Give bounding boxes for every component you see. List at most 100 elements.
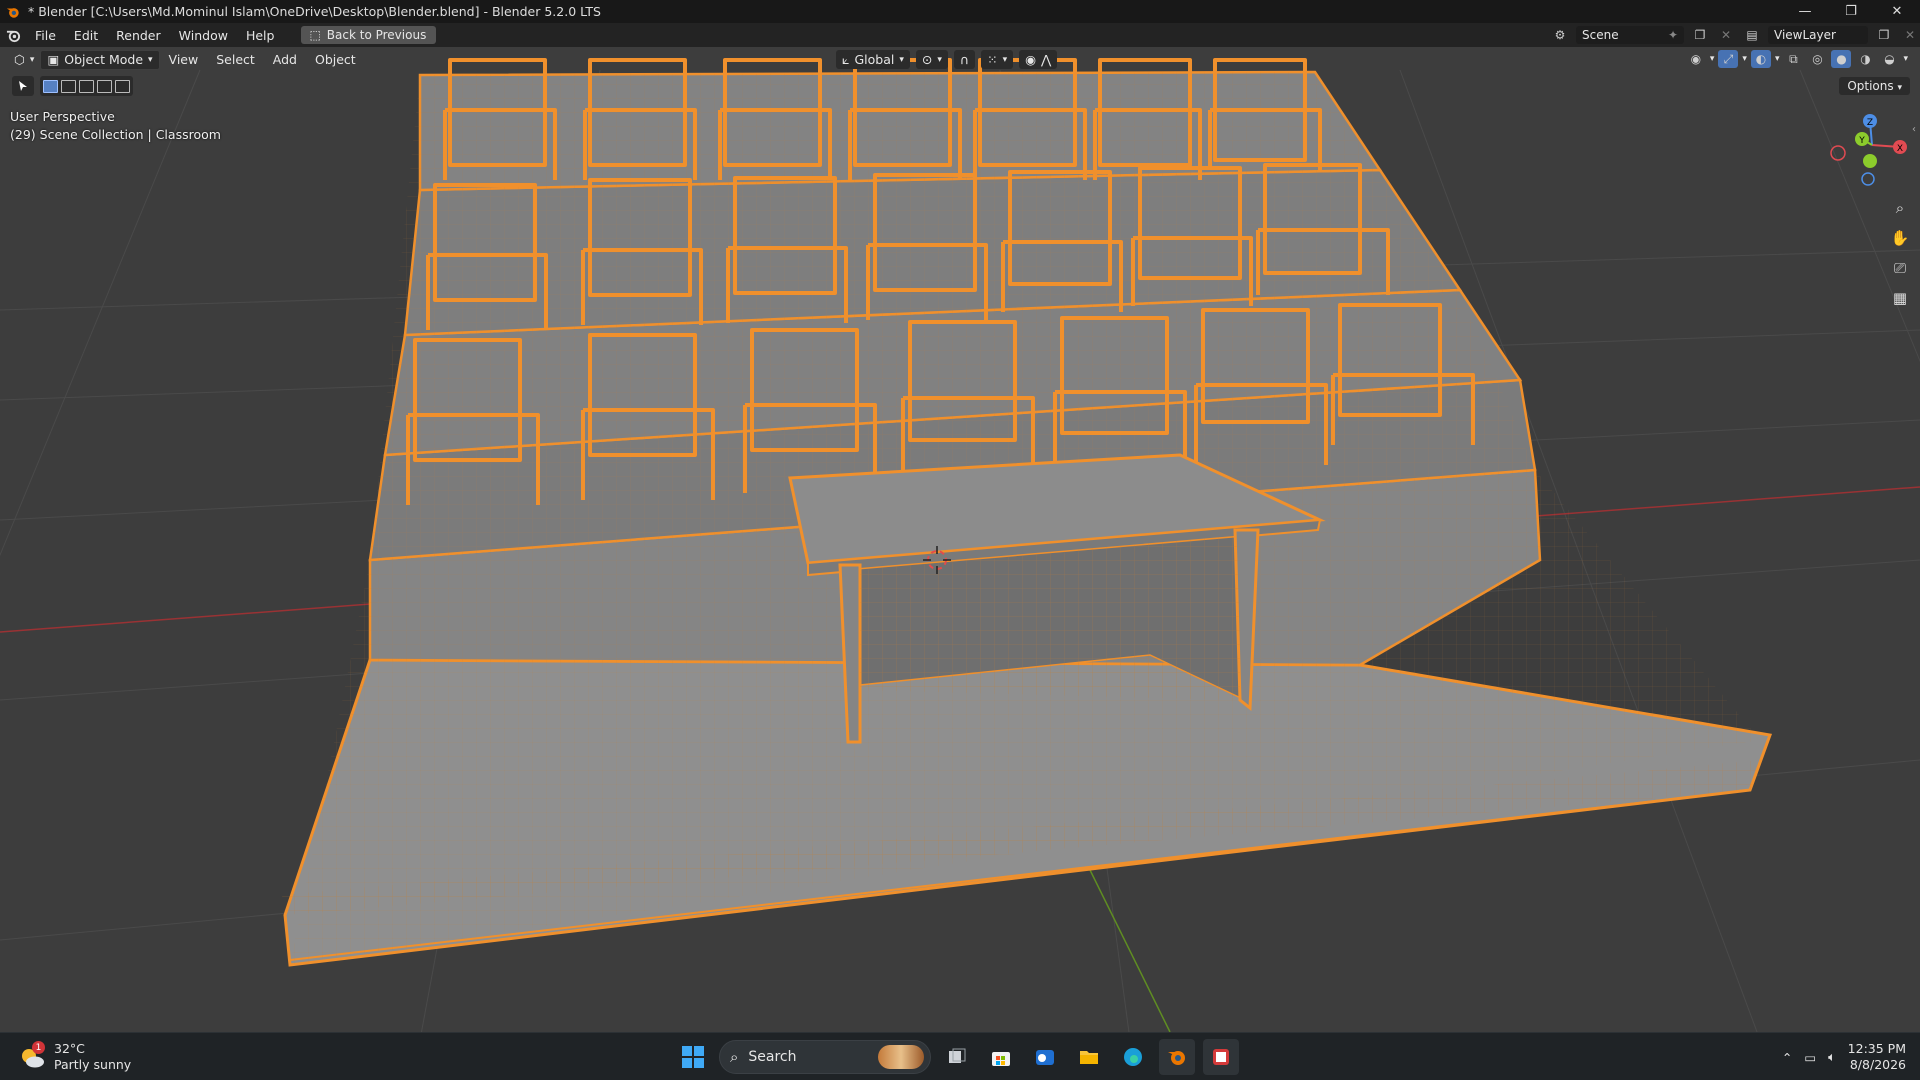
perspective-toggle-icon[interactable]: ▦ — [1888, 286, 1912, 310]
select-extend-icon[interactable] — [61, 79, 76, 93]
editor-type-icon: ⬡ — [14, 52, 25, 67]
tool-settings-row — [12, 76, 133, 96]
delete-view-layer-icon[interactable]: ✕ — [1900, 26, 1920, 44]
weather-widget[interactable]: 1 32°C Partly sunny — [18, 1041, 131, 1073]
gizmo-z-label: Z — [1867, 118, 1873, 128]
viewport-info: User Perspective (29) Scene Collection |… — [10, 108, 221, 144]
view-layer-selector[interactable]: ViewLayer — [1768, 26, 1868, 44]
object-mode-dropdown[interactable]: ▣ Object Mode ▾ — [40, 49, 160, 70]
viewport-navigation: ⌕ ✋ ⎚ ▦ — [1888, 196, 1912, 310]
blender-menu-icon[interactable] — [0, 28, 26, 43]
task-view-icon[interactable] — [939, 1039, 975, 1075]
search-placeholder: Search — [748, 1049, 797, 1065]
shading-options-icon[interactable]: ▾ — [1903, 54, 1908, 64]
viewport-header: ⬡ ▾ ▣ Object Mode ▾ View Select Add Objec… — [0, 47, 1920, 72]
gizmo-y-label: Y — [1858, 136, 1865, 146]
start-icon[interactable] — [675, 1039, 711, 1075]
clock-time: 12:35 PM — [1847, 1041, 1906, 1056]
windows-taskbar: 1 32°C Partly sunny ⌕ Search ⌃ ▭ 🔈︎ 12:3… — [0, 1032, 1920, 1080]
clock[interactable]: 12:35 PM 8/8/2026 — [1848, 1041, 1906, 1073]
collection-info-label: (29) Scene Collection | Classroom — [10, 127, 221, 142]
rendered-shading-icon[interactable]: ◒ — [1879, 50, 1899, 68]
viewport-menu-view[interactable]: View — [160, 52, 208, 67]
solid-shading-icon[interactable]: ● — [1831, 50, 1852, 68]
viewport-menu-add[interactable]: Add — [264, 52, 306, 67]
search-highlight-icon — [878, 1045, 924, 1069]
xray-toggle-icon[interactable]: ⧉ — [1783, 50, 1803, 68]
pivot-icon: ⊙ — [921, 52, 933, 67]
taskbar-search[interactable]: ⌕ Search — [719, 1040, 931, 1074]
transform-orientation-dropdown[interactable]: ⟀ Global ▾ — [836, 50, 910, 69]
weather-temp: 32°C — [54, 1041, 85, 1056]
object-mode-label: Object Mode — [64, 52, 144, 67]
select-intersect-icon[interactable] — [115, 79, 130, 93]
menu-render[interactable]: Render — [107, 28, 170, 43]
back-to-previous-button[interactable]: ⬚ Back to Previous — [301, 26, 437, 44]
weather-desc: Partly sunny — [54, 1057, 132, 1072]
pivot-point-dropdown[interactable]: ⊙ ▾ — [915, 50, 948, 69]
new-scene-icon[interactable]: ❐ — [1690, 26, 1710, 44]
select-subtract-icon[interactable] — [79, 79, 94, 93]
selection-mode-group — [40, 76, 133, 96]
top-menu-bar: File Edit Render Window Help ⬚ Back to P… — [0, 23, 1920, 47]
wireframe-shading-icon[interactable]: ◎ — [1807, 50, 1827, 68]
new-view-layer-icon[interactable]: ❐ — [1874, 26, 1894, 44]
select-invert-icon[interactable] — [97, 79, 112, 93]
edge-icon[interactable] — [1115, 1039, 1151, 1075]
gizmo-toggle-icon[interactable]: ⤢ — [1718, 50, 1739, 68]
maximize-button[interactable]: ❐ — [1828, 0, 1874, 23]
scene-selector[interactable]: Scene ✦ — [1576, 26, 1684, 44]
volume-icon[interactable]: 🔈︎ — [1828, 1049, 1836, 1065]
blender-icon[interactable] — [1159, 1039, 1195, 1075]
menu-help[interactable]: Help — [237, 28, 284, 43]
gizmo-x-label: X — [1897, 144, 1903, 154]
network-icon[interactable]: ▭ — [1804, 1050, 1816, 1065]
title-bar: * Blender [C:\Users\Md.Mominul Islam\One… — [0, 0, 1920, 23]
snipping-tool-icon[interactable] — [1203, 1039, 1239, 1075]
menu-edit[interactable]: Edit — [65, 28, 107, 43]
editor-type-dropdown[interactable]: ⬡ ▾ — [8, 50, 40, 70]
zoom-icon[interactable]: ⌕ — [1888, 196, 1912, 220]
select-tool-icon[interactable] — [12, 76, 34, 96]
minimize-button[interactable]: — — [1782, 0, 1828, 23]
pan-hand-icon[interactable]: ✋ — [1888, 226, 1912, 250]
view-layer-icon[interactable]: ▤ — [1742, 26, 1762, 44]
orientation-label: Global — [854, 52, 895, 67]
chevron-up-icon[interactable]: ⌃ — [1782, 1050, 1792, 1065]
chevron-down-icon: ▾ — [148, 54, 153, 65]
chevron-down-icon: ▾ — [899, 54, 904, 65]
options-dropdown[interactable]: Options ▾ — [1839, 77, 1910, 95]
sidebar-toggle-icon[interactable]: ‹ — [1912, 124, 1916, 135]
menu-window[interactable]: Window — [170, 28, 237, 43]
taskbar-pinned-apps: ⌕ Search — [675, 1039, 1239, 1075]
store-icon[interactable] — [983, 1039, 1019, 1075]
close-button[interactable]: ✕ — [1874, 0, 1920, 23]
file-explorer-icon[interactable] — [1071, 1039, 1107, 1075]
viewport-menu-select[interactable]: Select — [207, 52, 264, 67]
select-new-icon[interactable] — [43, 79, 58, 93]
scene-icon[interactable]: ⚙ — [1550, 26, 1570, 44]
menu-file[interactable]: File — [26, 28, 65, 43]
weather-icon: 1 — [18, 1041, 46, 1071]
snap-target-dropdown[interactable]: ⁙ ▾ — [981, 50, 1014, 69]
clock-date: 8/8/2026 — [1849, 1057, 1906, 1072]
camera-view-icon[interactable]: ⎚ — [1888, 256, 1912, 280]
perspective-label: User Perspective — [10, 109, 115, 124]
back-icon: ⬚ — [309, 28, 321, 42]
falloff-icon: ⋀ — [1041, 52, 1052, 67]
scene-name: Scene — [1582, 28, 1619, 42]
proportional-edit-toggle[interactable]: ◉ ⋀ — [1019, 50, 1058, 69]
snap-toggle[interactable]: ∩ — [953, 50, 976, 69]
viewport-menu-object[interactable]: Object — [306, 52, 365, 67]
viewport-3d[interactable]: X Z Y — [0, 0, 1920, 1080]
pin-icon[interactable]: ✦ — [1668, 28, 1678, 42]
delete-scene-icon[interactable]: ✕ — [1716, 26, 1736, 44]
blender-window: X Z Y * Blender [C:\Users\Md.Mominul Isl… — [0, 0, 1920, 1080]
outlook-icon[interactable] — [1027, 1039, 1063, 1075]
material-shading-icon[interactable]: ◑ — [1855, 50, 1875, 68]
back-to-previous-label: Back to Previous — [326, 28, 427, 42]
system-tray: ⌃ ▭ 🔈︎ 12:35 PM 8/8/2026 — [1782, 1041, 1906, 1073]
overlays-toggle-icon[interactable]: ◐ — [1750, 50, 1771, 68]
visibility-icon[interactable]: ◉ — [1686, 50, 1706, 68]
proportional-edit-icon: ◉ — [1025, 52, 1037, 67]
